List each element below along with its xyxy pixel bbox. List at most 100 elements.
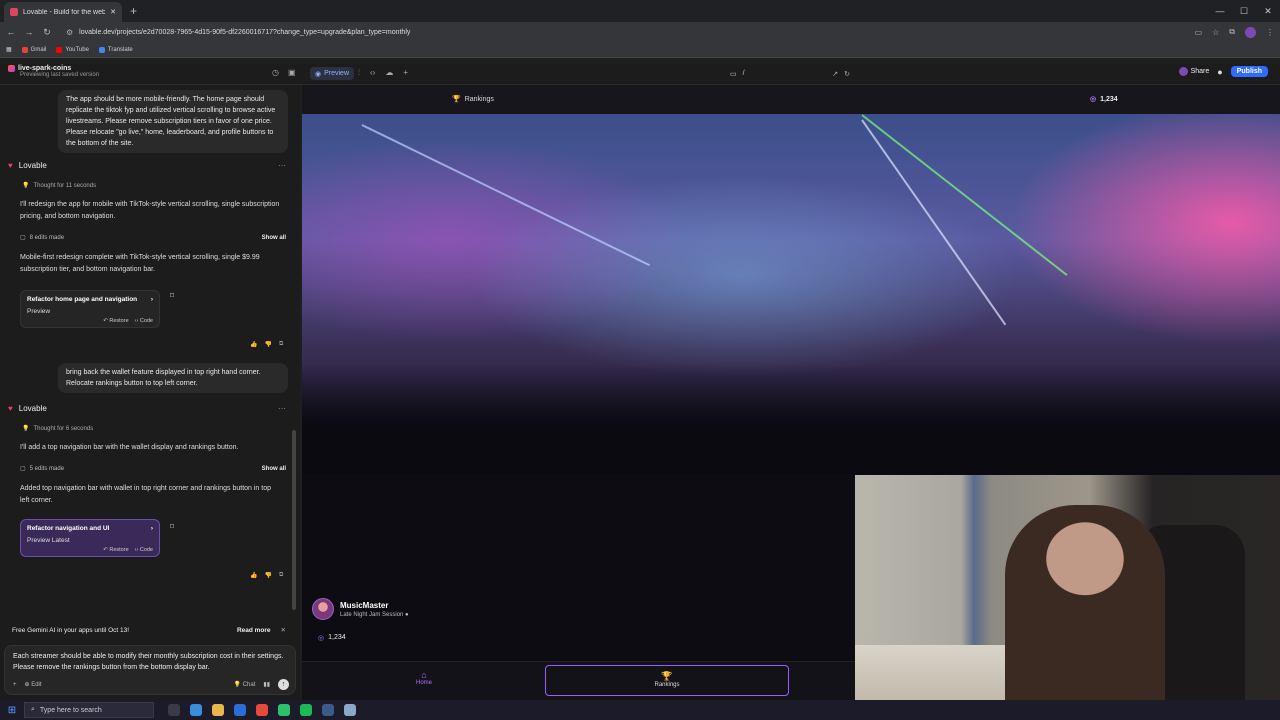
chat-input-text[interactable]: Each streamer should be able to modify t… — [13, 651, 287, 673]
reload-icon[interactable]: ↻ — [42, 27, 52, 38]
close-icon[interactable]: ✕ — [281, 626, 286, 634]
outlook-icon[interactable] — [234, 704, 246, 716]
thumbs-down-icon[interactable]: 👎 — [264, 341, 271, 348]
sidebar-scrollbar[interactable] — [292, 430, 296, 610]
thumbs-up-icon[interactable]: 👍 — [250, 341, 257, 348]
chat-mode-button[interactable]: 💡 Chat — [234, 681, 256, 688]
streamer-avatar[interactable] — [312, 598, 334, 620]
mic-icon[interactable]: ▮▮ — [263, 681, 270, 688]
live-dot-icon: ● — [405, 611, 409, 618]
bookmark-icon[interactable]: ⌑ — [170, 522, 174, 531]
bookmark-gmail[interactable]: Gmail — [21, 46, 46, 53]
version-card-latest[interactable]: Refactor navigation and UI › Preview Late… — [20, 519, 160, 557]
add-icon[interactable]: + — [403, 68, 408, 78]
back-icon[interactable]: ← — [6, 27, 16, 37]
history-icon[interactable]: ◷ — [272, 68, 279, 77]
notepad-icon[interactable] — [344, 704, 356, 716]
sidebar-toggle-icon[interactable]: ▣ — [288, 68, 296, 77]
app-icon[interactable] — [278, 704, 290, 716]
promo-text: Free Gemini AI in your apps until Oct 13… — [12, 626, 130, 634]
profile-avatar[interactable] — [1245, 26, 1256, 38]
github-icon[interactable]: ● — [1217, 67, 1222, 77]
bookmark-icon[interactable]: ⌑ — [170, 291, 174, 300]
streamer-name: MusicMaster — [340, 600, 389, 610]
edge-icon[interactable] — [190, 704, 202, 716]
code-button[interactable]: ‹› Code — [135, 318, 153, 324]
more-icon[interactable]: ⋯ — [278, 404, 286, 413]
cloud-icon[interactable]: ☁ — [385, 68, 393, 78]
version-card[interactable]: Refactor home page and navigation › Previ… — [20, 290, 160, 328]
share-button[interactable]: Share — [1178, 67, 1209, 76]
bookmark-youtube[interactable]: YouTube — [56, 46, 89, 53]
code-icon[interactable]: ‹› — [370, 68, 375, 78]
show-all-button[interactable]: Show all — [262, 235, 286, 241]
minimize-icon[interactable]: — — [1208, 6, 1232, 16]
read-more-link[interactable]: Read more — [237, 627, 271, 634]
spotify-icon[interactable] — [300, 704, 312, 716]
copy-icon[interactable]: ⧉ — [279, 341, 283, 348]
tab-title: Lovable - Build for the web 20x — [23, 8, 106, 16]
url-field[interactable]: ⚙ lovable.dev/projects/e2d70028-7965-4d1… — [60, 24, 1187, 40]
maximize-icon[interactable]: ☐ — [1232, 6, 1256, 17]
restore-button[interactable]: ↶ Restore — [103, 547, 128, 553]
stream-thumbnail[interactable] — [302, 114, 1280, 504]
route-bar[interactable]: ▭ / ↗ ↻ — [730, 67, 850, 80]
open-external-icon[interactable]: ↗ — [832, 70, 838, 78]
thumbs-up-icon[interactable]: 👍 — [250, 572, 257, 579]
chrome-icon[interactable] — [256, 704, 268, 716]
nav-home[interactable]: ⌂ Home — [416, 670, 432, 686]
wallet-display[interactable]: ◎ 1,234 — [1090, 95, 1118, 104]
code-button[interactable]: ‹› Code — [135, 547, 153, 553]
file-explorer-icon[interactable] — [212, 704, 224, 716]
sidebar-tools: ◷ ▣ — [272, 68, 296, 77]
publish-button[interactable]: Publish — [1230, 66, 1268, 77]
thought-indicator[interactable]: 💡 Thought for 11 seconds — [22, 182, 96, 190]
device-icon[interactable]: ▭ — [730, 70, 737, 78]
apps-icon[interactable]: ▦ — [6, 46, 12, 53]
preview-tools: ⫶ ‹› ☁ + — [358, 68, 408, 78]
thumbs-down-icon[interactable]: 👎 — [264, 572, 271, 579]
card-subtitle: Preview — [27, 308, 51, 315]
menu-icon[interactable]: ⋮ — [1266, 28, 1274, 37]
close-tab-icon[interactable]: ✕ — [110, 8, 116, 16]
lovable-favicon-icon — [10, 8, 18, 16]
gmail-icon — [21, 46, 28, 53]
thought-indicator[interactable]: 💡 Thought for 6 seconds — [22, 425, 93, 433]
assistant-summary: Mobile-first redesign complete with TikT… — [20, 254, 260, 273]
attach-icon[interactable]: + — [13, 682, 17, 688]
task-view-icon[interactable] — [168, 704, 180, 716]
window-controls: — ☐ ✕ — [1208, 0, 1280, 22]
site-info-icon[interactable]: ⚙ — [66, 28, 73, 37]
steam-icon[interactable] — [322, 704, 334, 716]
bookmark-translate[interactable]: Translate — [98, 46, 133, 53]
browser-tab[interactable]: Lovable - Build for the web 20x ✕ — [4, 2, 122, 22]
star-icon[interactable]: ☆ — [1212, 28, 1219, 37]
streamer-info[interactable]: MusicMaster Late Night Jam Session ● — [312, 598, 409, 620]
chat-input[interactable]: Each streamer should be able to modify t… — [4, 645, 296, 695]
nav-rankings[interactable]: 🏆 Rankings — [545, 665, 789, 696]
show-all-button[interactable]: Show all — [262, 466, 286, 472]
close-window-icon[interactable]: ✕ — [1256, 6, 1280, 17]
youtube-icon — [56, 46, 63, 53]
preview-button[interactable]: ◉ Preview — [310, 67, 355, 80]
cast-icon[interactable]: ▭ — [1195, 28, 1203, 37]
rankings-button[interactable]: 🏆 Rankings — [452, 95, 494, 104]
copy-icon[interactable]: ⧉ — [279, 572, 283, 579]
send-button[interactable]: ↑ — [278, 679, 289, 690]
lovable-logo-icon — [8, 65, 15, 72]
forward-icon[interactable]: → — [24, 27, 34, 37]
new-tab-button[interactable]: + — [130, 4, 137, 18]
toolbar-right: Share ● Publish — [1178, 66, 1268, 77]
taskbar-search[interactable]: ⌕ Type here to search — [24, 702, 154, 718]
refresh-preview-icon[interactable]: ↻ — [844, 70, 850, 78]
windows-start-icon[interactable]: ⊞ — [0, 705, 24, 716]
extensions-icon[interactable]: ⧉ — [1229, 27, 1235, 37]
project-info[interactable]: live-spark-coins Previewing last saved v… — [8, 65, 99, 78]
chart-icon[interactable]: ⫶ — [358, 68, 360, 78]
edit-mode-button[interactable]: ⊕ Edit — [25, 681, 42, 688]
edits-summary: ▢ 5 edits made Show all — [20, 465, 286, 473]
more-icon[interactable]: ⋯ — [278, 161, 286, 170]
reactions: 👍 👎 ⧉ — [250, 341, 283, 348]
restore-button[interactable]: ↶ Restore — [103, 318, 128, 324]
project-name: live-spark-coins — [18, 65, 72, 72]
